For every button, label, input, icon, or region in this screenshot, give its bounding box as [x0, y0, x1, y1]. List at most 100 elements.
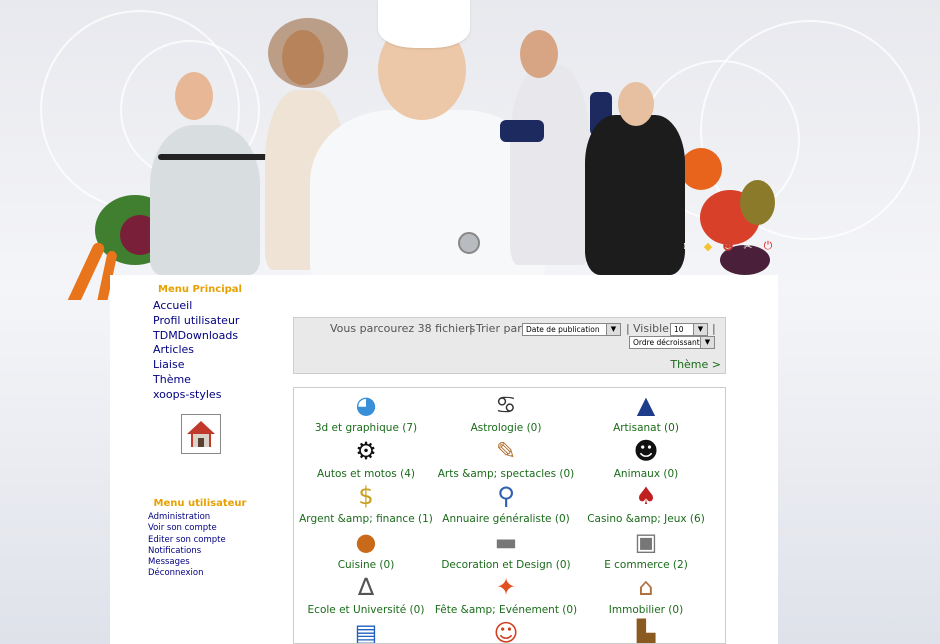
category-link[interactable]: Astrologie (0) — [434, 422, 578, 434]
category-item: ⚲ Annuaire généraliste (0) — [434, 480, 578, 525]
order-select[interactable]: Ordre décroissant ▼ — [629, 336, 715, 349]
artisan-logo-icon[interactable]: ▲ — [628, 389, 664, 421]
page-content: Menu Principal Accueil Profil utilisateur… — [110, 275, 778, 644]
category-item: $ Argent &amp; finance (1) — [294, 480, 438, 525]
money-icon[interactable]: $ — [348, 480, 384, 512]
woman-yoga-image — [585, 115, 685, 275]
user-menu-item[interactable]: Déconnexion — [110, 568, 290, 579]
category-link[interactable]: 3d et graphique (7) — [294, 422, 438, 434]
category-link[interactable]: Casino &amp; Jeux (6) — [574, 513, 718, 525]
separator: | — [626, 322, 630, 335]
party-icon[interactable]: ✦ — [488, 571, 524, 603]
category-item: ◕ 3d et graphique (7) — [294, 389, 438, 434]
power-icon[interactable]: ⏻ — [760, 238, 776, 254]
main-menu-item[interactable]: Liaise — [110, 358, 290, 373]
profile-icon[interactable]: ☻ — [720, 238, 736, 254]
category-grid: ◕ 3d et graphique (7) ♋ Astrologie (0) ▲ Arti… — [293, 387, 726, 644]
home-button[interactable] — [181, 414, 221, 454]
main-menu-item[interactable]: Accueil — [110, 299, 290, 314]
visible-select[interactable]: 10 ▼ — [670, 323, 708, 336]
sort-label: Trier par — [476, 322, 522, 335]
cash-register-icon[interactable]: ▣ — [628, 526, 664, 558]
category-link[interactable]: Decoration et Design (0) — [434, 559, 578, 571]
mail-icon[interactable]: ✉ — [680, 238, 696, 254]
paint-roller-icon[interactable]: ▬ — [488, 526, 524, 558]
crab-icon[interactable]: ♋ — [488, 389, 524, 421]
category-link[interactable]: Immobilier (0) — [574, 604, 718, 616]
category-item: ♋ Astrologie (0) — [434, 389, 578, 434]
category-link[interactable]: Fête &amp; Evénement (0) — [434, 604, 578, 616]
category-link[interactable]: Argent &amp; finance (1) — [294, 513, 438, 525]
magnifier-icon[interactable]: ⚲ — [488, 480, 524, 512]
category-item: ✎ Arts &amp; spectacles (0) — [434, 435, 578, 480]
header-banner: ✉ ◆ ☻ ✂ ⏻ — [0, 0, 940, 300]
books-icon[interactable]: ▤ — [348, 617, 384, 643]
category-link[interactable]: Cuisine (0) — [294, 559, 438, 571]
cards-icon[interactable]: ♠ — [628, 480, 664, 512]
hair-image — [268, 18, 348, 88]
category-link[interactable]: Arts &amp; spectacles (0) — [434, 468, 578, 480]
main-menu: Accueil Profil utilisateur TDMDownloads Art… — [110, 299, 290, 403]
boot-icon[interactable]: ▙ — [628, 617, 664, 643]
category-item: ▲ Artisanat (0) — [574, 389, 718, 434]
category-link[interactable]: Ecole et Université (0) — [294, 604, 438, 616]
sort-select-value: Date de publication — [526, 325, 600, 334]
user-menu-item[interactable]: Administration — [110, 512, 290, 523]
house-icon[interactable]: ⌂ — [628, 571, 664, 603]
category-link[interactable]: E commerce (2) — [574, 559, 718, 571]
man-head-image — [175, 72, 213, 120]
chevron-down-icon: ▼ — [700, 337, 714, 348]
sort-select[interactable]: Date de publication ▼ — [522, 323, 621, 336]
woman-head-image — [618, 82, 654, 126]
user-menu-item[interactable]: Notifications — [110, 546, 290, 557]
main-menu-item[interactable]: TDMDownloads — [110, 329, 290, 344]
order-select-value: Ordre décroissant — [633, 338, 700, 347]
home-icon — [187, 421, 215, 447]
separator: | — [469, 322, 473, 335]
stethoscope-image — [458, 232, 480, 254]
pie-chart-icon[interactable]: ◕ — [348, 389, 384, 421]
fruit-image — [740, 180, 775, 225]
child-icon[interactable]: ☺ — [488, 617, 524, 643]
category-item: ▙ — [574, 617, 718, 643]
main-menu-item[interactable]: Profil utilisateur — [110, 314, 290, 329]
user-menu-item[interactable]: Messages — [110, 557, 290, 568]
folder-icon[interactable]: ◆ — [700, 238, 716, 254]
category-item: ▤ — [294, 617, 438, 643]
category-item: ☺ — [434, 617, 578, 643]
theme-link[interactable]: Thème > — [670, 358, 721, 371]
fruit-image — [680, 148, 722, 190]
category-item: ∆ Ecole et Université (0) — [294, 571, 438, 616]
category-link[interactable]: Animaux (0) — [574, 468, 718, 480]
category-item: ▣ E commerce (2) — [574, 526, 718, 571]
user-menu: Administration Voir son compte Editer son … — [110, 512, 290, 580]
palette-icon[interactable]: ✎ — [488, 435, 524, 467]
category-item: ⌂ Immobilier (0) — [574, 571, 718, 616]
category-link[interactable]: Artisanat (0) — [574, 422, 718, 434]
separator: | — [712, 322, 716, 335]
doctor-cap-image — [378, 0, 470, 48]
main-menu-title: Menu Principal — [158, 284, 242, 295]
dumbbell-image — [500, 120, 544, 142]
main-menu-item[interactable]: Articles — [110, 343, 290, 358]
category-link[interactable]: Annuaire généraliste (0) — [434, 513, 578, 525]
motorbike-icon[interactable]: ⚙ — [348, 435, 384, 467]
woman-dumbbells-image — [510, 65, 590, 265]
category-item: ⚙ Autos et motos (4) — [294, 435, 438, 480]
category-link[interactable]: Autos et motos (4) — [294, 468, 438, 480]
burger-icon[interactable]: ● — [348, 526, 384, 558]
compass-icon[interactable]: ∆ — [348, 571, 384, 603]
panda-icon[interactable]: ☻ — [628, 435, 664, 467]
category-item: ▬ Decoration et Design (0) — [434, 526, 578, 571]
main-menu-item[interactable]: Thème — [110, 373, 290, 388]
user-menu-item[interactable]: Voir son compte — [110, 523, 290, 534]
left-sidebar: Menu Principal Accueil Profil utilisateur… — [110, 275, 290, 644]
main-menu-item[interactable]: xoops-styles — [110, 388, 290, 403]
user-toolbar: ✉ ◆ ☻ ✂ ⏻ — [680, 238, 776, 254]
exercise-bar-image — [158, 154, 272, 160]
tools-icon[interactable]: ✂ — [740, 238, 756, 254]
visible-label: Visible — [633, 322, 669, 335]
category-item: ☻ Animaux (0) — [574, 435, 718, 480]
user-menu-item[interactable]: Editer son compte — [110, 535, 290, 546]
woman-head-image — [520, 30, 558, 78]
